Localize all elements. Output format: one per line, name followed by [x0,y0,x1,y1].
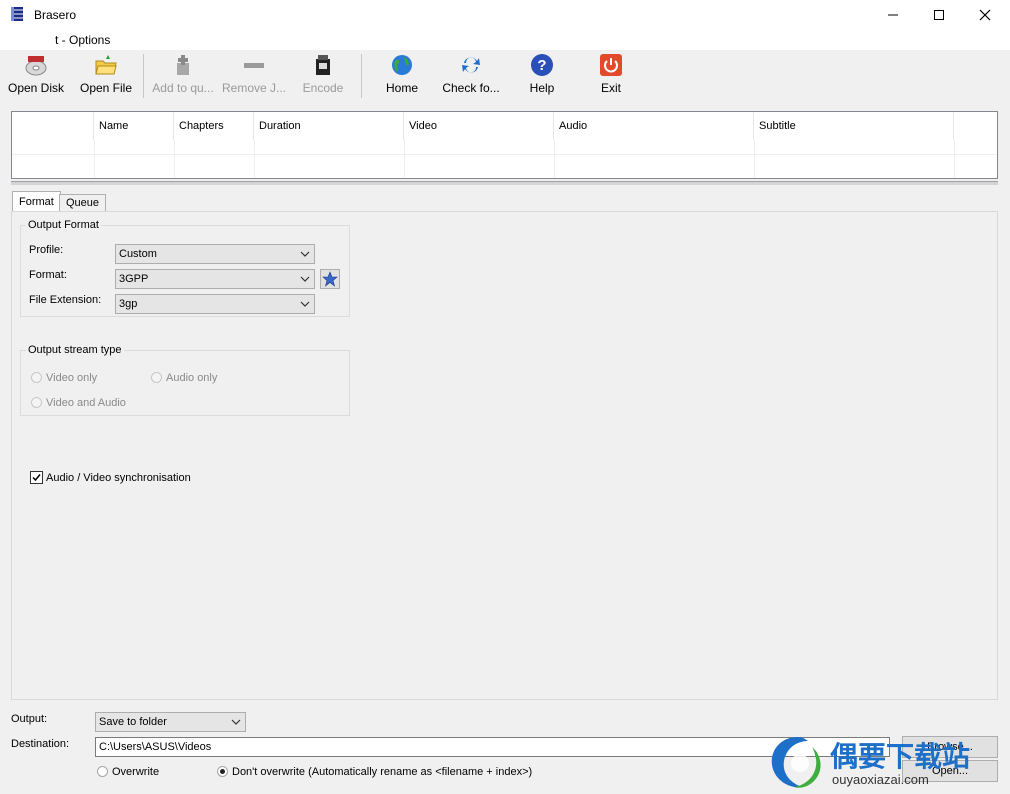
title-bar [0,0,1010,30]
column-header-video[interactable]: Video [404,112,554,140]
add-to-queue-button[interactable]: Add to qu... [147,52,219,102]
window-title: Brasero [34,8,77,22]
disc-icon [23,52,49,78]
maximize-button[interactable] [916,0,962,30]
toolbar-separator [361,54,362,98]
tab-format[interactable]: Format [12,191,61,212]
format-label: Format: [29,269,67,281]
home-button[interactable]: Home [376,52,428,102]
open-file-button[interactable]: Open File [74,52,138,102]
exit-button[interactable]: Exit [589,52,633,102]
video-only-radio[interactable] [31,372,42,383]
video-and-audio-label: Video and Audio [46,397,126,409]
output-stream-type-title: Output stream type [26,344,124,356]
av-sync-checkbox[interactable] [30,471,43,484]
column-divider [954,140,955,178]
encode-button[interactable]: Encode [296,52,350,102]
video-and-audio-radio[interactable] [31,397,42,408]
checkmark-icon [32,474,41,482]
column-header-audio[interactable]: Audio [554,112,754,140]
output-label: Output: [11,713,48,725]
folder-icon [93,52,119,78]
column-header-duration[interactable]: Duration [254,112,404,140]
chevron-down-icon [300,301,310,307]
remove-icon [241,52,267,78]
favorite-button[interactable] [320,269,340,289]
globe-icon [389,52,415,78]
extension-select[interactable]: 3gp [115,294,315,314]
overwrite-label: Overwrite [112,766,160,778]
column-header-chapters[interactable]: Chapters [174,112,254,140]
output-format-title: Output Format [26,219,101,231]
column-divider [254,140,255,178]
output-value: Save to folder [99,716,167,728]
menu-bar [0,30,1010,50]
splitter[interactable] [11,181,998,185]
column-divider [174,140,175,178]
audio-only-label: Audio only [166,372,218,384]
column-header-name[interactable]: Name [94,112,174,140]
output-select[interactable]: Save to folder [95,712,246,732]
column-divider [404,140,405,178]
star-icon [322,271,338,287]
add-queue-icon [170,52,196,78]
svg-text:?: ? [537,57,546,74]
column-divider [94,140,95,178]
menu-options[interactable]: t - Options [55,33,110,47]
chevron-down-icon [231,719,241,725]
close-icon [979,9,991,21]
maximize-icon [934,10,944,20]
extension-label: File Extension: [29,294,102,306]
toolbar-separator [143,54,144,98]
profile-value: Custom [119,248,157,260]
watermark-title: 偶要下载站 [830,740,971,773]
format-value: 3GPP [119,273,149,285]
help-button[interactable]: ? Help [520,52,564,102]
app-icon [10,6,24,22]
format-select[interactable]: 3GPP [115,269,315,289]
minimize-button[interactable] [870,0,916,30]
close-button[interactable] [962,0,1008,30]
refresh-icon [458,52,484,78]
column-header-icon[interactable] [12,112,94,140]
chevron-down-icon [300,276,310,282]
overwrite-radio[interactable] [97,766,108,777]
column-divider [754,140,755,178]
power-icon [598,52,624,78]
profile-select[interactable]: Custom [115,244,315,264]
destination-value: C:\Users\ASUS\Videos [99,741,212,753]
av-sync-label: Audio / Video synchronisation [46,472,191,484]
help-icon: ? [529,52,555,78]
open-disk-button[interactable]: Open Disk [4,52,68,102]
extension-value: 3gp [119,298,138,310]
remove-job-button[interactable]: Remove J... [219,52,289,102]
job-list[interactable]: Name Chapters Duration Video Audio Subti… [11,111,998,179]
row-divider [12,154,997,155]
video-only-label: Video only [46,372,98,384]
dont-overwrite-label: Don't overwrite (Automatically rename as… [232,766,533,778]
destination-label: Destination: [11,738,70,750]
watermark-url: ouyaoxiazai.com [832,772,929,787]
watermark-logo-icon [768,733,828,791]
encode-icon [310,52,336,78]
column-header-subtitle[interactable]: Subtitle [754,112,954,140]
column-divider [554,140,555,178]
audio-only-radio[interactable] [151,372,162,383]
dont-overwrite-radio[interactable] [217,766,228,777]
profile-label: Profile: [29,244,64,256]
tab-queue[interactable]: Queue [59,194,107,212]
check-for-updates-button[interactable]: Check fo... [437,52,505,102]
minimize-icon [888,14,898,16]
chevron-down-icon [300,251,310,257]
